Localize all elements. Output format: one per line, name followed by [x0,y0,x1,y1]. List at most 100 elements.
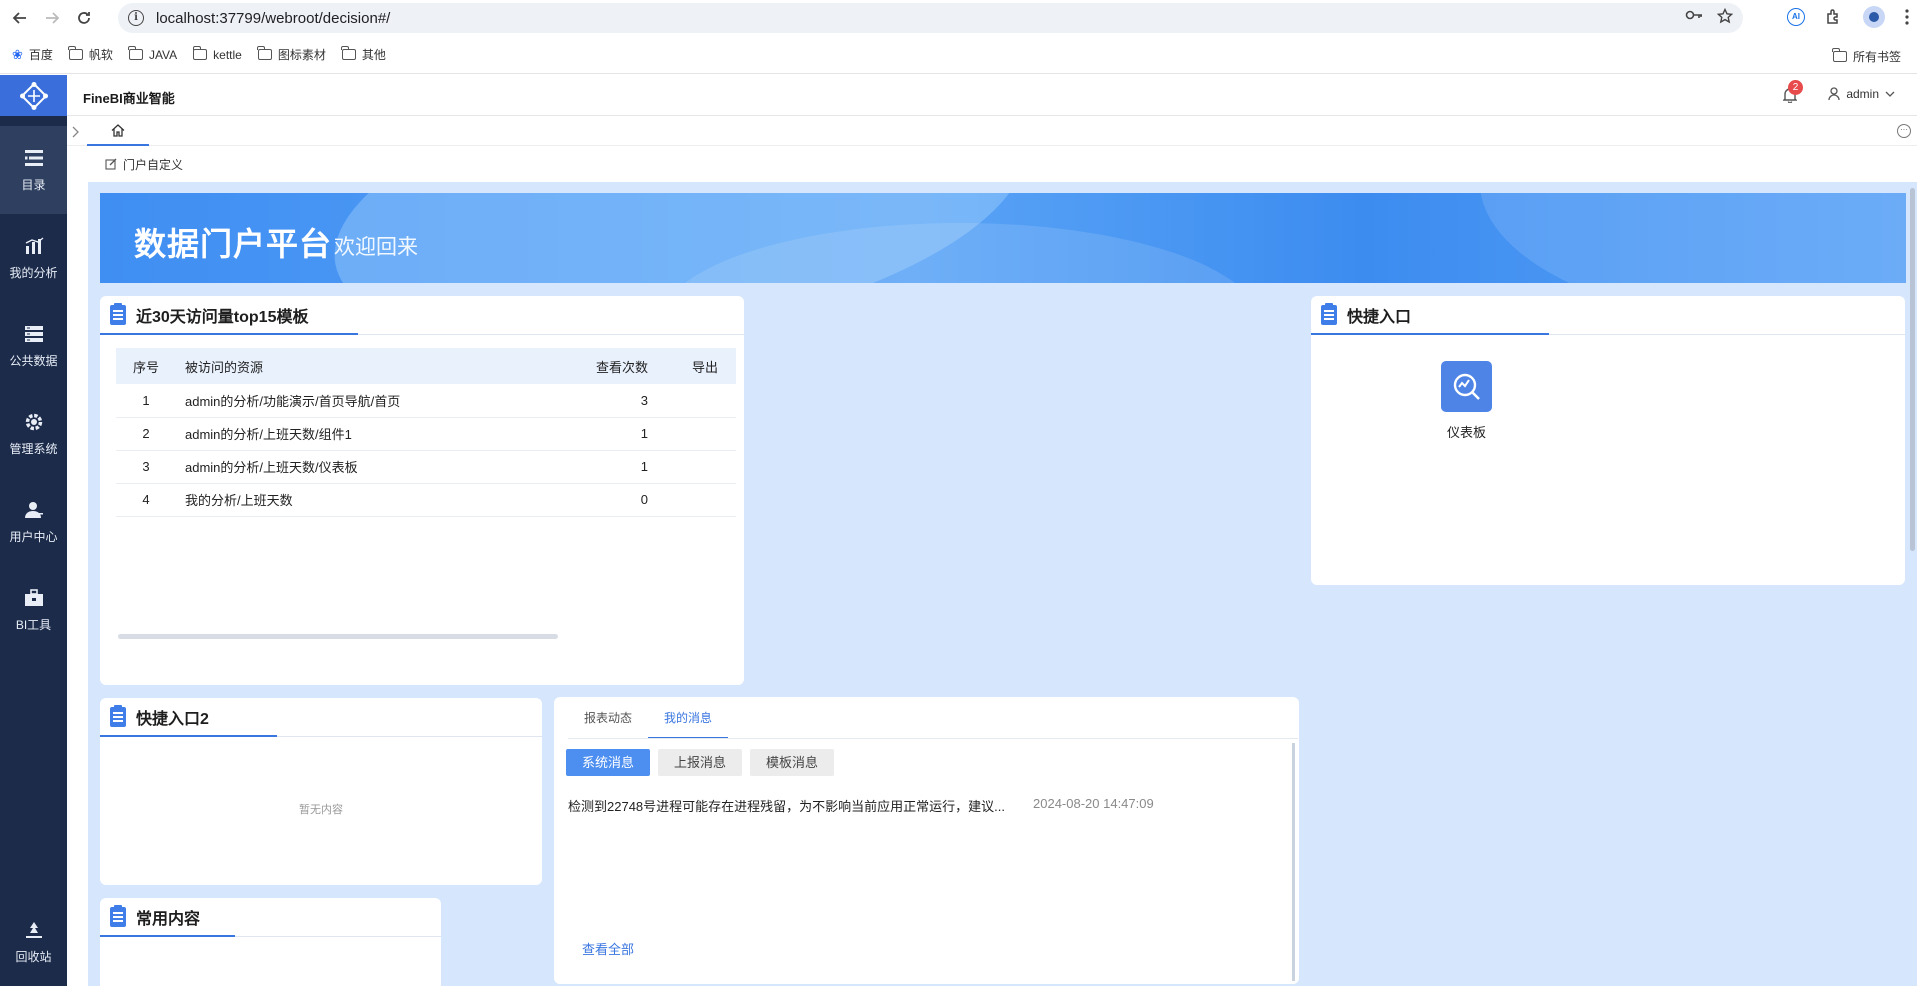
subtab-report-messages[interactable]: 上报消息 [658,749,743,776]
vertical-scrollbar[interactable] [1910,188,1915,551]
url-text: localhost:37799/webroot/decision#/ [156,9,391,27]
quick-entry-dashboard[interactable]: 仪表板 [1441,361,1492,441]
empty-state-text: 暂无内容 [299,804,343,816]
sidebar-item-user-center[interactable]: 用户中心 [0,478,67,566]
bookmarks-bar: ❀ 百度 帆软 JAVA kettle 图标素材 其他 所有书签 [0,36,1917,74]
title-underline [1311,333,1549,335]
tab-home[interactable] [87,116,149,146]
gear-icon [23,412,45,432]
message-text: 检测到22748号进程可能存在进程残留，为不影响当前应用正常运行，建议... [568,799,1005,814]
sidebar-item-bi-tools[interactable]: BI工具 [0,566,67,654]
see-all-link[interactable]: 查看全部 [582,939,634,958]
messages-tabs: 报表动态 我的消息 [568,697,729,739]
user-avatar-icon [1828,87,1840,101]
cell-resource[interactable]: 我的分析/上班天数 [176,483,546,517]
quick-entry-label: 仪表板 [1446,425,1486,440]
all-bookmarks[interactable]: 所有书签 [1832,48,1901,65]
document-icon [110,303,126,325]
reload-button[interactable] [70,4,98,32]
more-options-button[interactable]: ··· [1897,124,1911,138]
card-header: 常用内容 [100,898,200,936]
sidebar-item-catalog[interactable]: 目录 [0,126,67,214]
back-arrow-icon [12,12,26,24]
document-icon [1321,303,1337,325]
cell-resource[interactable]: admin的分析/上班天数/组件1 [176,417,546,451]
app-title: FineBI商业智能 [83,91,175,106]
portal-customize[interactable]: 门户自定义 [67,146,1917,182]
banner-wave-decoration [1480,193,1906,283]
browser-menu-icon[interactable] [1905,9,1909,25]
table-row[interactable]: 2 admin的分析/上班天数/组件1 1 [116,417,736,451]
message-item[interactable]: 检测到22748号进程可能存在进程残留，为不影响当前应用正常运行，建议... 2… [568,796,1154,815]
app-header: FineBI商业智能 2 admin [67,75,1917,116]
tabs-divider [568,738,1298,739]
sidebar-item-recycle-bin[interactable]: 回收站 [0,898,67,986]
address-bar[interactable]: i localhost:37799/webroot/decision#/ [118,3,1743,33]
cell-export [656,384,736,418]
common-content-card: 常用内容 [100,898,441,986]
subtab-template-messages[interactable]: 模板消息 [750,749,835,776]
portal-banner: 数据门户平台 欢迎回来 [100,193,1906,283]
tab-my-messages[interactable]: 我的消息 [648,697,729,739]
card-header: 快捷入口 [1311,296,1411,334]
forward-button[interactable] [38,4,66,32]
card-title: 常用内容 [136,911,201,928]
card-header: 快捷入口2 [100,698,209,736]
database-icon [23,324,45,344]
notification-count-badge: 2 [1788,80,1803,95]
cell-resource[interactable]: admin的分析/上班天数/仪表板 [176,450,546,484]
top15-card: 近30天访问量top15模板 序号 被访问的资源 查看次数 导出 1 admin… [100,296,744,685]
card-title: 近30天访问量top15模板 [136,309,309,326]
header-divider [235,936,441,937]
bookmark-other[interactable]: 其他 [341,46,386,63]
column-header: 被访问的资源 [176,348,546,384]
bookmark-baidu[interactable]: ❀ 百度 [12,46,53,63]
cell-views: 1 [546,417,656,451]
bookmark-kettle[interactable]: kettle [192,46,242,62]
cell-export [656,450,736,484]
site-info-icon[interactable]: i [128,10,144,26]
tab-report-activity[interactable]: 报表动态 [568,697,648,739]
horizontal-scrollbar[interactable] [118,634,558,639]
subtab-system-messages[interactable]: 系统消息 [566,749,651,776]
banner-subtitle: 欢迎回来 [334,236,418,259]
password-key-icon[interactable] [1685,8,1703,22]
home-icon [111,123,125,137]
sidebar-item-public-data[interactable]: 公共数据 [0,302,67,390]
table-row[interactable]: 3 admin的分析/上班天数/仪表板 1 [116,450,736,484]
cell-views: 1 [546,450,656,484]
banner-title: 数据门户平台 [134,226,333,262]
messages-scrollbar[interactable] [1292,743,1295,981]
bookmark-icon-assets[interactable]: 图标素材 [257,46,326,63]
sidebar: 目录 我的分析 公共数据 管理系统 用户中心 BI工具 回收站 [0,75,67,986]
bookmark-java[interactable]: JAVA [128,46,177,62]
folder-icon [341,46,356,60]
table-row[interactable]: 1 admin的分析/功能演示/首页导航/首页 3 [116,384,736,418]
profile-avatar[interactable] [1863,6,1885,28]
table-row[interactable]: 4 我的分析/上班天数 0 [116,483,736,517]
top15-table: 序号 被访问的资源 查看次数 导出 1 admin的分析/功能演示/首页导航/首… [116,348,736,517]
cell-resource[interactable]: admin的分析/功能演示/首页导航/首页 [176,384,546,418]
cell-index: 1 [116,384,176,418]
ai-assistant-icon[interactable]: AI [1787,8,1805,26]
card-title: 快捷入口2 [136,711,209,728]
title-underline [100,333,358,335]
table-header-row: 序号 被访问的资源 查看次数 导出 [116,348,736,384]
recycle-icon [23,920,45,940]
bookmark-fanruan[interactable]: 帆软 [68,46,113,63]
sidebar-item-my-analysis[interactable]: 我的分析 [0,214,67,302]
cell-export [656,417,736,451]
reload-icon [78,12,90,24]
back-button[interactable] [6,4,34,32]
document-icon [110,705,126,727]
user-menu[interactable]: admin [1828,87,1895,101]
profile-icon [1869,12,1879,22]
bookmark-star-icon[interactable] [1717,8,1733,24]
forward-arrow-icon [46,12,60,24]
expand-chevron-icon[interactable] [71,126,79,138]
header-divider [277,736,542,737]
extensions-icon[interactable] [1825,8,1843,26]
sidebar-item-management[interactable]: 管理系统 [0,390,67,478]
card-title: 快捷入口 [1347,309,1412,326]
app-logo[interactable] [0,75,67,116]
